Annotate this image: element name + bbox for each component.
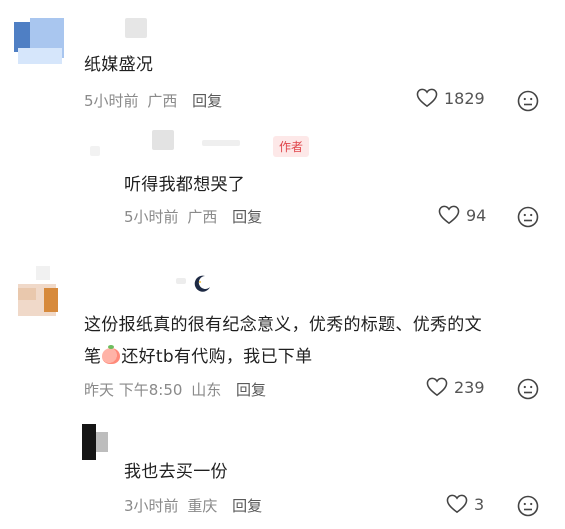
comment-3-text-line1: 这份报纸真的很有纪念意义，优秀的标题、优秀的文 xyxy=(84,315,482,335)
comment-2-text: 听得我都想哭了 xyxy=(124,175,246,195)
heart-outline-icon xyxy=(416,88,438,108)
comment-3-time: 昨天 下午8:50 xyxy=(84,381,183,399)
comment-3-text-part-a: 笔 xyxy=(84,347,102,367)
avatar-comment-4[interactable] xyxy=(82,424,112,462)
avatar-comment-1[interactable] xyxy=(14,18,64,64)
comment-1-like-button[interactable]: 1829 xyxy=(416,88,485,108)
comment-3-reply-button[interactable]: 回复 xyxy=(236,381,266,399)
comment-2-dislike-button[interactable] xyxy=(517,206,539,232)
comment-1-like-count: 1829 xyxy=(444,88,485,108)
comment-4-reply-button[interactable]: 回复 xyxy=(232,497,262,515)
moon-icon xyxy=(194,275,210,292)
username-comment-1[interactable] xyxy=(125,18,147,38)
comment-2-meta: 5小时前 广西 回复 xyxy=(124,206,262,227)
comment-3-location: 山东 xyxy=(191,381,222,399)
comment-2-location: 广西 xyxy=(187,208,218,226)
comment-3-like-button[interactable]: 239 xyxy=(426,377,485,397)
comment-4-text: 我也去买一份 xyxy=(124,462,228,482)
comment-1-meta: 5小时前 广西 回复 xyxy=(84,90,222,111)
comment-1-dislike-button[interactable] xyxy=(517,90,539,116)
comment-2-like-count: 94 xyxy=(466,205,487,225)
frown-face-icon xyxy=(517,90,539,112)
heart-outline-icon xyxy=(426,377,448,397)
heart-outline-icon xyxy=(438,205,460,225)
peach-emoji xyxy=(102,345,121,364)
avatar-comment-3[interactable] xyxy=(14,266,64,324)
comment-1-text: 纸媒盛况 xyxy=(84,55,154,75)
comment-2-time: 5小时前 xyxy=(124,208,179,226)
username-comment-2[interactable] xyxy=(152,130,174,150)
comment-4-location: 重庆 xyxy=(187,497,218,515)
frown-face-icon xyxy=(517,378,539,400)
username-comment-2-extra xyxy=(202,140,240,146)
frown-face-icon xyxy=(517,206,539,228)
comment-4-time: 3小时前 xyxy=(124,497,179,515)
comment-4-dislike-button[interactable] xyxy=(517,495,539,521)
comment-1-time: 5小时前 xyxy=(84,92,139,110)
frown-face-icon xyxy=(517,495,539,517)
comment-4-like-button[interactable]: 3 xyxy=(446,494,484,514)
comment-3-like-count: 239 xyxy=(454,377,485,397)
comment-4-meta: 3小时前 重庆 回复 xyxy=(124,495,262,516)
comment-3-meta: 昨天 下午8:50 山东 回复 xyxy=(84,379,266,400)
comment-2-reply-button[interactable]: 回复 xyxy=(232,208,262,226)
comment-3-text-line2: 笔还好tb有代购，我已下单 xyxy=(84,342,312,367)
comment-3-dislike-button[interactable] xyxy=(517,378,539,404)
comment-3-text-part-b: 还好tb有代购，我已下单 xyxy=(121,347,313,367)
comment-1-location: 广西 xyxy=(147,92,178,110)
author-badge: 作者 xyxy=(273,136,310,157)
comment-1-reply-button[interactable]: 回复 xyxy=(192,92,222,110)
comment-2-like-button[interactable]: 94 xyxy=(438,205,486,225)
avatar-comment-2[interactable] xyxy=(86,134,116,164)
heart-outline-icon xyxy=(446,494,468,514)
comment-4-like-count: 3 xyxy=(474,494,485,514)
username-comment-3[interactable] xyxy=(176,278,186,284)
